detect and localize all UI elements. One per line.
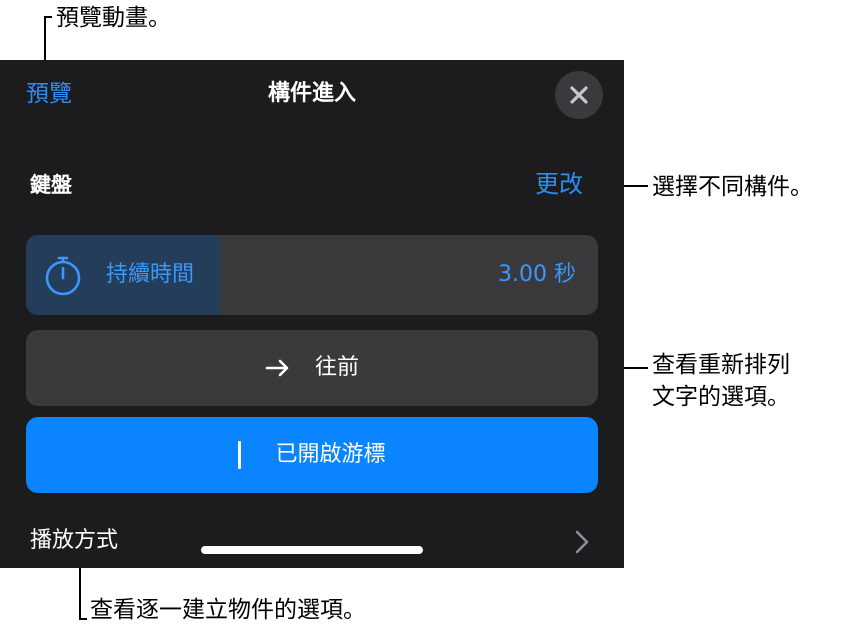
close-button[interactable] xyxy=(555,71,603,119)
change-callout: 選擇不同構件。 xyxy=(652,174,813,200)
cursor-content: 已開啟游標 xyxy=(26,439,598,471)
delivery-callout-tick xyxy=(79,618,87,620)
change-button[interactable]: 更改 xyxy=(535,168,583,200)
preview-callout: 預覽動畫。 xyxy=(56,5,171,31)
direction-content: 往前 xyxy=(26,352,598,384)
cursor-toggle-button[interactable]: 已開啟游標 xyxy=(26,417,598,493)
arrow-right-icon xyxy=(265,359,289,377)
cursor-label: 已開啟游標 xyxy=(275,442,386,467)
direction-callout-line2: 文字的選項。 xyxy=(652,384,790,410)
delivery-row[interactable]: 播放方式 xyxy=(0,515,624,565)
duration-value: 3.00 秒 xyxy=(498,262,576,287)
build-in-panel: 預覽 構件進入 鍵盤 更改 持續時間 3.00 秒 往前 已開啟游標 播放方式 xyxy=(0,60,624,568)
panel-title: 構件進入 xyxy=(267,81,356,106)
delivery-label: 播放方式 xyxy=(30,528,119,553)
duration-label: 持續時間 xyxy=(106,262,195,287)
direction-button[interactable]: 往前 xyxy=(26,330,598,406)
text-cursor-icon xyxy=(238,441,242,469)
home-indicator xyxy=(201,546,423,554)
close-icon xyxy=(570,86,588,104)
delivery-callout: 查看逐一建立物件的選項。 xyxy=(90,597,366,623)
duration-slider[interactable]: 持續時間 3.00 秒 xyxy=(26,235,598,315)
build-name: 鍵盤 xyxy=(30,173,72,197)
direction-label: 往前 xyxy=(314,355,359,380)
chevron-right-icon xyxy=(575,530,589,554)
preview-callout-tick xyxy=(44,16,52,18)
direction-callout-line1: 查看重新排列 xyxy=(652,352,790,378)
stopwatch-icon xyxy=(45,256,81,296)
delivery-callout-line xyxy=(79,565,81,620)
